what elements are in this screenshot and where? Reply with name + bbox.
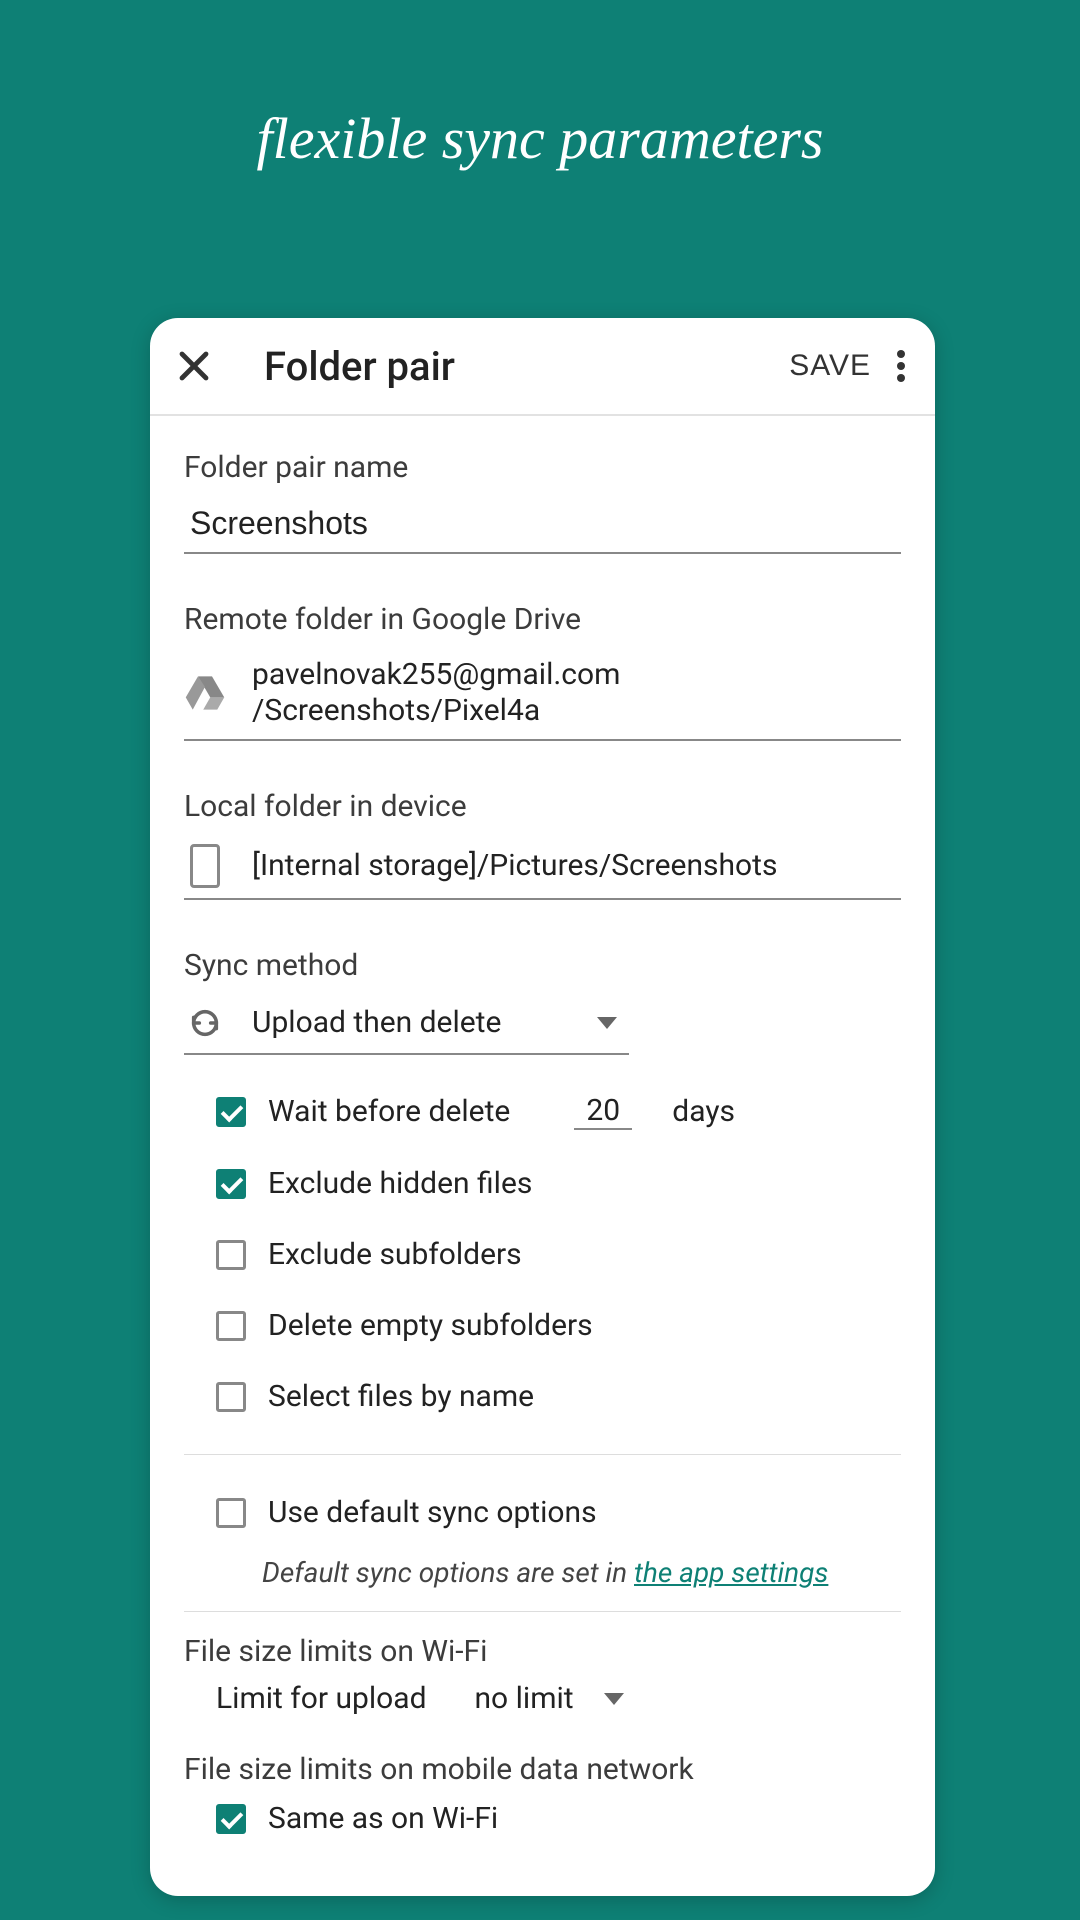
wait-before-delete-row: Wait before delete 20 days <box>184 1075 901 1148</box>
sync-icon <box>188 1003 222 1043</box>
folder-pair-name-section: Folder pair name <box>184 450 901 554</box>
use-default-sync-checkbox[interactable] <box>216 1498 246 1528</box>
select-files-by-name-label: Select files by name <box>268 1379 534 1414</box>
same-as-wifi-label: Same as on Wi-Fi <box>268 1801 498 1836</box>
folder-pair-name-label: Folder pair name <box>184 450 901 485</box>
default-sync-hint: Default sync options are set in the app … <box>184 1556 901 1589</box>
more-icon[interactable] <box>897 348 905 384</box>
use-default-sync-row: Use default sync options <box>184 1477 901 1548</box>
wifi-upload-limit-row: Limit for upload no limit <box>184 1675 901 1722</box>
remote-folder-value: pavelnovak255@gmail.com /Screenshots/Pix… <box>252 657 901 729</box>
exclude-hidden-row: Exclude hidden files <box>184 1148 901 1219</box>
exclude-subfolders-label: Exclude subfolders <box>268 1237 522 1272</box>
select-files-by-name-checkbox[interactable] <box>216 1382 246 1412</box>
wifi-upload-limit-label: Limit for upload <box>216 1681 426 1716</box>
remote-folder-picker[interactable]: pavelnovak255@gmail.com /Screenshots/Pix… <box>184 651 901 741</box>
mobile-limits-label: File size limits on mobile data network <box>184 1752 901 1787</box>
sync-method-section: Sync method Upload then delete <box>184 948 901 1055</box>
settings-card: Folder pair SAVE Folder pair name Remote… <box>150 318 935 1896</box>
delete-empty-subfolders-checkbox[interactable] <box>216 1311 246 1341</box>
toolbar: Folder pair SAVE <box>150 318 935 416</box>
remote-folder-label: Remote folder in Google Drive <box>184 602 901 637</box>
delete-empty-subfolders-label: Delete empty subfolders <box>268 1308 593 1343</box>
exclude-hidden-label: Exclude hidden files <box>268 1166 532 1201</box>
exclude-hidden-checkbox[interactable] <box>216 1169 246 1199</box>
exclude-subfolders-row: Exclude subfolders <box>184 1219 901 1290</box>
folder-pair-name-input[interactable] <box>184 499 901 554</box>
local-folder-label: Local folder in device <box>184 789 901 824</box>
divider <box>184 1454 901 1455</box>
select-files-by-name-row: Select files by name <box>184 1361 901 1432</box>
sync-method-value: Upload then delete <box>252 1005 571 1041</box>
chevron-down-icon <box>604 1693 624 1705</box>
local-folder-value: [Internal storage]/Pictures/Screenshots <box>252 848 901 884</box>
banner-title: flexible sync parameters <box>0 0 1080 172</box>
remote-folder-section: Remote folder in Google Drive pavelnovak… <box>184 602 901 741</box>
sync-method-label: Sync method <box>184 948 901 983</box>
wait-days-input[interactable]: 20 <box>574 1093 632 1130</box>
use-default-sync-label: Use default sync options <box>268 1495 597 1530</box>
close-icon[interactable] <box>176 348 212 384</box>
save-button[interactable]: SAVE <box>789 349 871 383</box>
wait-before-delete-checkbox[interactable] <box>216 1097 246 1127</box>
local-folder-section: Local folder in device [Internal storage… <box>184 789 901 900</box>
same-as-wifi-row: Same as on Wi-Fi <box>184 1793 901 1854</box>
wait-before-delete-label: Wait before delete <box>268 1094 510 1129</box>
wait-days-unit: days <box>672 1094 735 1129</box>
chevron-down-icon <box>597 1017 617 1029</box>
local-folder-picker[interactable]: [Internal storage]/Pictures/Screenshots <box>184 838 901 900</box>
exclude-subfolders-checkbox[interactable] <box>216 1240 246 1270</box>
wifi-limits-label: File size limits on Wi-Fi <box>184 1634 901 1669</box>
phone-icon <box>190 844 220 888</box>
app-settings-link[interactable]: the app settings <box>634 1556 828 1589</box>
content: Folder pair name Remote folder in Google… <box>150 416 935 1854</box>
page-title: Folder pair <box>264 343 789 390</box>
delete-empty-subfolders-row: Delete empty subfolders <box>184 1290 901 1361</box>
sync-method-dropdown[interactable]: Upload then delete <box>184 997 629 1055</box>
google-drive-icon <box>184 674 226 712</box>
wifi-upload-limit-dropdown[interactable]: no limit <box>474 1681 635 1716</box>
divider <box>184 1611 901 1612</box>
same-as-wifi-checkbox[interactable] <box>216 1804 246 1834</box>
